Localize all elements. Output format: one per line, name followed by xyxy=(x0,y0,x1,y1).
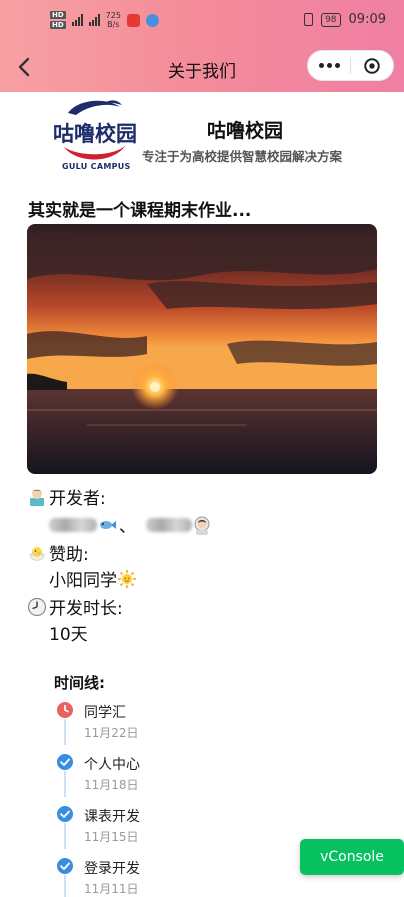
brand-slogan: 专注于为高校提供智慧校园解决方案 xyxy=(142,149,343,164)
timeline-connector xyxy=(64,823,66,849)
sun-emoji-icon xyxy=(118,569,136,588)
brand-name: 咕噜校园 xyxy=(207,120,284,142)
network-speed: 725 B/s xyxy=(106,11,121,29)
status-left: HD HD 725 B/s xyxy=(50,10,159,30)
status-time: 09:09 xyxy=(348,12,386,27)
timeline-item-date: 11月11日 xyxy=(84,882,139,896)
network-speed-unit: B/s xyxy=(107,20,120,29)
close-button[interactable] xyxy=(351,51,393,80)
timeline-item-label: 课表开发 xyxy=(84,809,140,825)
app-notification-icon xyxy=(126,13,140,27)
logo-text: 咕噜校园 xyxy=(53,122,137,146)
timeline-item-label: 个人中心 xyxy=(84,757,140,773)
close-target-icon xyxy=(364,57,380,74)
headline: 其实就是一个课程期末作业... xyxy=(28,201,252,221)
developer-names: 、 xyxy=(49,512,214,537)
navigation-bar: 关于我们 xyxy=(0,44,404,92)
logo-caption: GULU CAMPUS xyxy=(62,162,131,171)
sponsor-value-row: 小阳同学 xyxy=(49,566,139,591)
timeline-item-date: 11月22日 xyxy=(84,726,139,740)
timeline-connector xyxy=(64,771,66,797)
more-button[interactable] xyxy=(308,51,350,80)
timeline-item-label: 登录开发 xyxy=(84,861,140,877)
duration-label: 开发时长: xyxy=(49,599,123,619)
signal-4g-icon xyxy=(71,14,83,26)
duration-row: 开发时长: xyxy=(27,594,123,619)
check-circle-icon xyxy=(57,806,73,822)
sponsor-row: 赞助: xyxy=(27,540,89,565)
duration-value-row: 10天 xyxy=(49,620,88,645)
developer-label: 开发者: xyxy=(49,489,106,509)
more-dots-icon xyxy=(318,63,324,68)
more-dot xyxy=(326,63,332,68)
clock-emoji-icon xyxy=(27,597,47,616)
fish-emoji-icon xyxy=(100,520,116,529)
duration-value: 10天 xyxy=(49,625,88,645)
network-speed-value: 725 xyxy=(105,11,121,20)
developer-emoji-icon xyxy=(30,488,44,506)
astronaut-emoji-icon xyxy=(194,516,210,535)
sponsor-value: 小阳同学 xyxy=(49,571,117,591)
timeline-connector xyxy=(64,875,66,897)
developer-separator: 、 xyxy=(119,517,136,537)
check-circle-icon xyxy=(57,754,73,770)
sunset-image xyxy=(27,224,377,474)
browser-notification-icon xyxy=(145,13,159,27)
developer-name-redacted xyxy=(49,517,97,532)
sunset-photo xyxy=(27,224,377,474)
developer-row: 开发者: xyxy=(27,484,106,509)
timeline-title: 时间线: xyxy=(54,674,105,692)
signal-5g-icon xyxy=(88,14,100,26)
timeline-item-date: 11月15日 xyxy=(84,830,139,844)
hd-badge-icon: HD HD xyxy=(50,11,66,29)
developer-name-redacted-2 xyxy=(146,517,192,532)
clock-circle-icon xyxy=(57,702,73,718)
chick-emoji-icon xyxy=(29,546,45,561)
vconsole-button[interactable]: vConsole xyxy=(300,839,404,875)
miniprogram-capsule xyxy=(307,50,394,81)
check-circle-icon xyxy=(57,858,73,874)
timeline-item-label: 同学汇 xyxy=(84,705,126,721)
vibrate-icon xyxy=(304,13,314,26)
timeline-connector xyxy=(64,719,66,745)
sponsor-label: 赞助: xyxy=(49,545,89,565)
battery-icon: 98 xyxy=(321,12,341,27)
more-dot xyxy=(334,63,340,68)
timeline-item-date: 11月18日 xyxy=(84,778,139,792)
status-bar: HD HD 725 B/s 98 09:09 xyxy=(0,0,404,40)
status-right: 98 09:09 xyxy=(304,12,386,27)
